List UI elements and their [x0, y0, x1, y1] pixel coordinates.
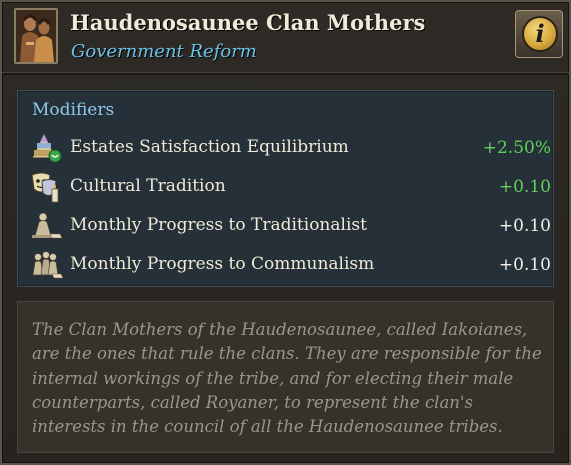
- culture-masks-icon: [30, 171, 64, 203]
- clan-mothers-portrait: [14, 8, 58, 64]
- tooltip-header: Haudenosaunee Clan Mothers Government Re…: [2, 2, 569, 70]
- modifiers-heading: Modifiers: [32, 100, 115, 120]
- description-section: The Clan Mothers of the Haudenosaunee, c…: [17, 301, 554, 453]
- modifiers-section: Modifiers Estates Satisfaction Equilibri…: [17, 90, 554, 287]
- modifier-value: +2.50%: [482, 138, 551, 158]
- tooltip-panel: Haudenosaunee Clan Mothers Government Re…: [0, 0, 571, 465]
- header-divider: [2, 72, 569, 75]
- modifier-value: +0.10: [498, 255, 551, 275]
- info-button[interactable]: i: [515, 10, 563, 58]
- reform-type-label: Government Reform: [71, 41, 257, 62]
- modifier-value: +0.10: [498, 177, 551, 197]
- reform-description: The Clan Mothers of the Haudenosaunee, c…: [32, 320, 542, 437]
- modifier-row: Estates Satisfaction Equilibrium +2.50%: [18, 130, 553, 168]
- modifier-label: Cultural Tradition: [70, 176, 226, 196]
- reform-title: Haudenosaunee Clan Mothers: [70, 10, 426, 35]
- portrait-figures-image: [16, 10, 56, 62]
- info-icon: i: [522, 16, 558, 52]
- modifier-row: Cultural Tradition +0.10: [18, 169, 553, 207]
- modifier-label: Monthly Progress to Traditionalist: [70, 215, 367, 235]
- modifier-value: +0.10: [498, 216, 551, 236]
- modifier-row: Monthly Progress to Communalism +0.10: [18, 247, 553, 285]
- communalism-figures-icon: [30, 249, 64, 281]
- modifier-label: Monthly Progress to Communalism: [70, 254, 375, 274]
- traditionalist-figure-icon: [30, 210, 64, 242]
- estates-pyramid-icon: [30, 132, 64, 164]
- modifier-row: Monthly Progress to Traditionalist +0.10: [18, 208, 553, 246]
- modifier-label: Estates Satisfaction Equilibrium: [70, 137, 349, 157]
